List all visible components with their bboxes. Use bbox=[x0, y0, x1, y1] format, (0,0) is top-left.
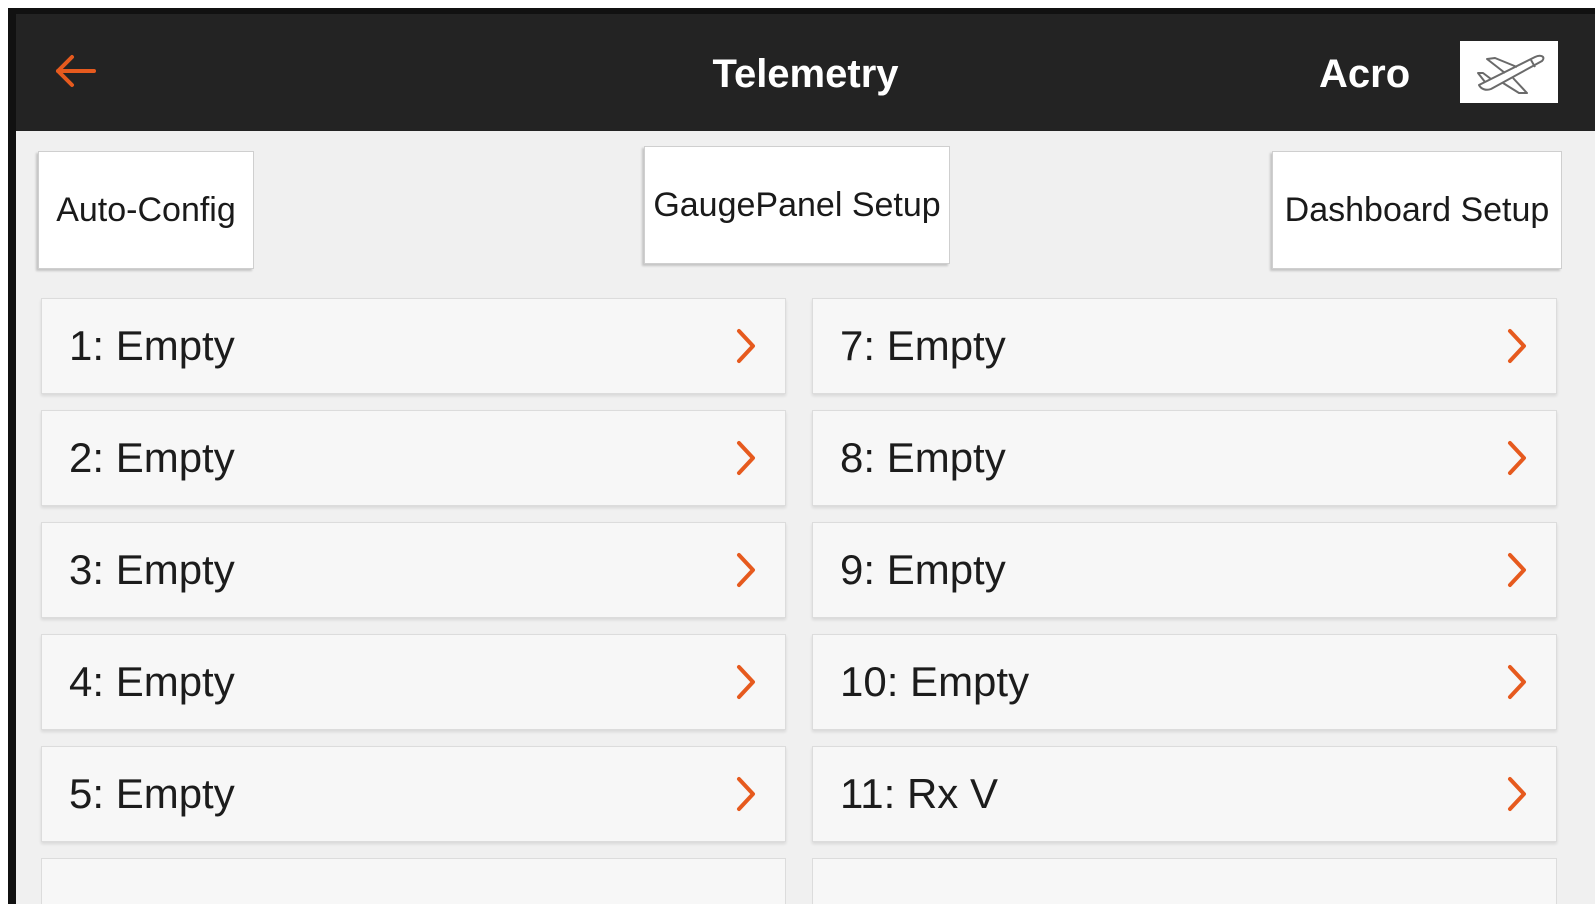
chevron-right-icon bbox=[1508, 329, 1526, 363]
chevron-right-icon bbox=[737, 329, 755, 363]
chevron-right-icon bbox=[1508, 665, 1526, 699]
telemetry-screen: Telemetry Acro Auto-Config GaugePanel Se… bbox=[16, 14, 1595, 904]
slot-label: 10: Empty bbox=[840, 658, 1030, 705]
slot-label: 3: Empty bbox=[69, 546, 235, 593]
telemetry-slot-11[interactable]: 11: Rx V bbox=[812, 746, 1557, 842]
arrow-left-icon bbox=[56, 55, 96, 87]
slot-label: 5: Empty bbox=[69, 770, 235, 817]
slot-label: 11: Rx V bbox=[840, 770, 998, 817]
telemetry-slot-1[interactable]: 1: Empty bbox=[41, 298, 786, 394]
telemetry-slot-4[interactable]: 4: Empty bbox=[41, 634, 786, 730]
gauge-panel-setup-button[interactable]: GaugePanel Setup bbox=[644, 146, 950, 264]
slot-label: 4: Empty bbox=[69, 658, 235, 705]
chevron-right-icon bbox=[1508, 441, 1526, 475]
telemetry-slot-3[interactable]: 3: Empty bbox=[41, 522, 786, 618]
telemetry-slot-10[interactable]: 10: Empty bbox=[812, 634, 1557, 730]
slot-label: 2: Empty bbox=[69, 434, 235, 481]
chevron-right-icon bbox=[737, 441, 755, 475]
chevron-right-icon bbox=[737, 665, 755, 699]
telemetry-slot-partial[interactable] bbox=[41, 858, 786, 904]
telemetry-slot-5[interactable]: 5: Empty bbox=[41, 746, 786, 842]
model-type-button[interactable] bbox=[1460, 41, 1558, 103]
chevron-right-icon bbox=[737, 553, 755, 587]
telemetry-slot-partial[interactable] bbox=[812, 858, 1557, 904]
slot-label: 7: Empty bbox=[840, 322, 1006, 369]
telemetry-slot-9[interactable]: 9: Empty bbox=[812, 522, 1557, 618]
chevron-right-icon bbox=[1508, 553, 1526, 587]
top-bar: Telemetry Acro bbox=[16, 14, 1595, 131]
device-frame: Telemetry Acro Auto-Config GaugePanel Se… bbox=[8, 8, 1595, 904]
slot-label: 8: Empty bbox=[840, 434, 1006, 481]
back-button[interactable] bbox=[46, 49, 106, 93]
telemetry-slot-2[interactable]: 2: Empty bbox=[41, 410, 786, 506]
model-name[interactable]: Acro bbox=[1319, 52, 1410, 96]
telemetry-slot-8[interactable]: 8: Empty bbox=[812, 410, 1557, 506]
dashboard-setup-button[interactable]: Dashboard Setup bbox=[1272, 151, 1562, 269]
chevron-right-icon bbox=[1508, 777, 1526, 811]
chevron-right-icon bbox=[737, 777, 755, 811]
slot-label: 9: Empty bbox=[840, 546, 1006, 593]
telemetry-slot-7[interactable]: 7: Empty bbox=[812, 298, 1557, 394]
slot-label: 1: Empty bbox=[69, 322, 235, 369]
airplane-icon bbox=[1477, 54, 1545, 94]
auto-config-button[interactable]: Auto-Config bbox=[38, 151, 254, 269]
